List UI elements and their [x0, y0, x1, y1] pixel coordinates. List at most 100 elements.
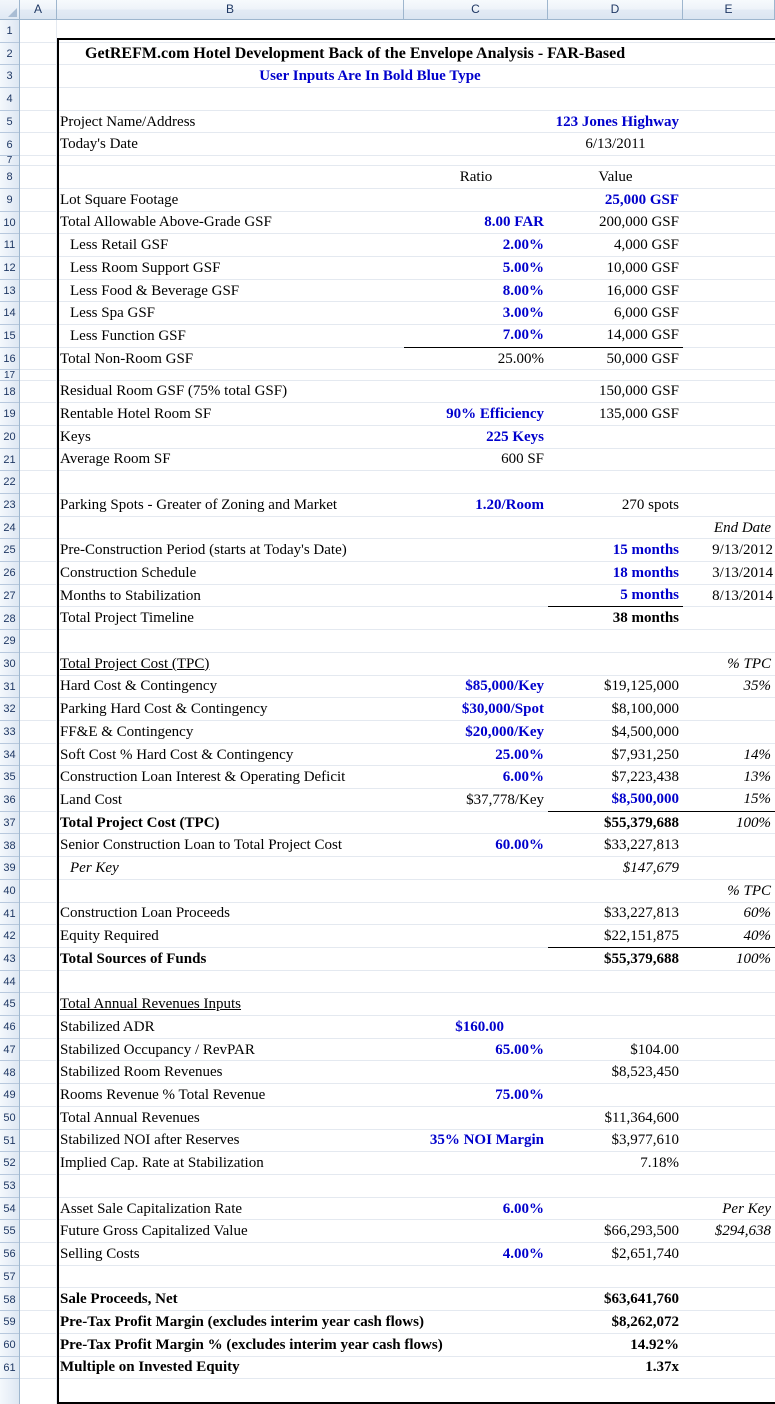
row-header-13[interactable]: 13 [0, 279, 19, 303]
row-pct-41[interactable]: 60% [683, 903, 775, 926]
row-pct-40[interactable]: % TPC [683, 880, 775, 903]
row-header-54[interactable]: 54 [0, 1197, 19, 1221]
row-ratio-23[interactable]: 1.20/Room [404, 494, 548, 517]
row-label-30[interactable]: Total Project Cost (TPC) [57, 653, 404, 676]
row-value-33[interactable]: $4,500,000 [548, 721, 683, 744]
row-header-36[interactable]: 36 [0, 789, 19, 812]
row-label-54[interactable]: Asset Sale Capitalization Rate [57, 1198, 404, 1221]
row-label-20[interactable]: Keys [57, 426, 404, 449]
row-header-61[interactable]: 61 [0, 1356, 19, 1380]
row-header-29[interactable]: 29 [0, 630, 19, 653]
row-header-20[interactable]: 20 [0, 425, 19, 449]
row-header-60[interactable]: 60 [0, 1333, 19, 1357]
row-value-61[interactable]: 1.37x [548, 1357, 683, 1380]
row-header-50[interactable]: 50 [0, 1106, 19, 1130]
row-ratio-11[interactable]: 2.00% [404, 234, 548, 257]
row-value-58[interactable]: $63,641,760 [548, 1289, 683, 1312]
row-header-11[interactable]: 11 [0, 234, 19, 257]
row-ratio-56[interactable]: 4.00% [404, 1243, 548, 1266]
row-value-43[interactable]: $55,379,688 [548, 948, 683, 971]
row-label-26[interactable]: Construction Schedule [57, 562, 404, 585]
row-label-33[interactable]: FF&E & Contingency [57, 721, 404, 744]
row-ratio-19[interactable]: 90% Efficiency [404, 403, 548, 426]
row-label-10[interactable]: Total Allowable Above-Grade GSF [57, 212, 404, 235]
row-header-43[interactable]: 43 [0, 948, 19, 971]
row-ratio-32[interactable]: $30,000/Spot [404, 698, 548, 721]
row-header-33[interactable]: 33 [0, 721, 19, 744]
row-pct-36[interactable]: 15% [683, 789, 775, 812]
row-header-9[interactable]: 9 [0, 188, 19, 212]
row-label-41[interactable]: Construction Loan Proceeds [57, 903, 404, 926]
row-header-12[interactable]: 12 [0, 257, 19, 280]
row-ratio-15[interactable]: 7.00% [404, 325, 548, 348]
row-label-25[interactable]: Pre-Construction Period (starts at Today… [57, 539, 404, 562]
row-header-30[interactable]: 30 [0, 652, 19, 676]
column-header-e[interactable]: E [683, 0, 775, 19]
row-label-19[interactable]: Rentable Hotel Room SF [57, 403, 404, 426]
row-value-41[interactable]: $33,227,813 [548, 903, 683, 926]
row-label-60[interactable]: Pre-Tax Profit Margin % (excludes interi… [57, 1334, 484, 1357]
row-header-47[interactable]: 47 [0, 1038, 19, 1062]
row-label-21[interactable]: Average Room SF [57, 449, 404, 472]
row-header-16[interactable]: 16 [0, 347, 19, 371]
row-label-48[interactable]: Stabilized Room Revenues [57, 1062, 404, 1085]
column-header-b[interactable]: B [57, 0, 404, 19]
row-value-14[interactable]: 6,000 GSF [548, 302, 683, 325]
row-header-7[interactable]: 7 [0, 156, 19, 167]
row-label-58[interactable]: Sale Proceeds, Net [57, 1289, 404, 1312]
row-pct-54[interactable]: Per Key [683, 1198, 775, 1221]
row-value-34[interactable]: $7,931,250 [548, 744, 683, 767]
row-header-23[interactable]: 23 [0, 494, 19, 517]
row-value-36[interactable]: $8,500,000 [548, 789, 683, 812]
row-label-14[interactable]: Less Spa GSF [57, 302, 404, 325]
row-pct-37[interactable]: 100% [683, 812, 775, 835]
row-label-36[interactable]: Land Cost [57, 789, 404, 812]
row-value-38[interactable]: $33,227,813 [548, 835, 683, 858]
row-label-52[interactable]: Implied Cap. Rate at Stabilization [57, 1152, 404, 1175]
row-ratio-54[interactable]: 6.00% [404, 1198, 548, 1221]
row-label-16[interactable]: Total Non-Room GSF [57, 348, 404, 371]
row-ratio-16[interactable]: 25.00% [404, 348, 548, 371]
row-label-51[interactable]: Stabilized NOI after Reserves [57, 1130, 404, 1153]
row-header-2[interactable]: 2 [0, 42, 19, 66]
row-ratio-35[interactable]: 6.00% [404, 766, 548, 789]
row-header-34[interactable]: 34 [0, 743, 19, 767]
row-value-35[interactable]: $7,223,438 [548, 766, 683, 789]
row-header-32[interactable]: 32 [0, 698, 19, 721]
row-label-6[interactable]: Today's Date [57, 134, 404, 157]
row-pct-35[interactable]: 13% [683, 766, 775, 789]
row-value-12[interactable]: 10,000 GSF [548, 257, 683, 280]
row-ratio-36[interactable]: $37,778/Key [404, 789, 548, 812]
row-header-4[interactable]: 4 [0, 88, 19, 111]
row-value-55[interactable]: $66,293,500 [548, 1220, 683, 1243]
row-value-60[interactable]: 14.92% [548, 1334, 683, 1357]
row-header-56[interactable]: 56 [0, 1243, 19, 1266]
row-header-52[interactable]: 52 [0, 1152, 19, 1175]
row-header-37[interactable]: 37 [0, 811, 19, 835]
row-header-57[interactable]: 57 [0, 1265, 19, 1289]
row-label-47[interactable]: Stabilized Occupancy / RevPAR [57, 1039, 404, 1062]
row-header-28[interactable]: 28 [0, 607, 19, 631]
row-value-11[interactable]: 4,000 GSF [548, 234, 683, 257]
row-header-22[interactable]: 22 [0, 471, 19, 494]
row-header-3[interactable]: 3 [0, 65, 19, 89]
row-value-51[interactable]: $3,977,610 [548, 1130, 683, 1153]
row-value-39[interactable]: $147,679 [548, 857, 683, 880]
row-label-50[interactable]: Total Annual Revenues [57, 1107, 404, 1130]
row-header-39[interactable]: 39 [0, 857, 19, 880]
row-value-6[interactable]: 6/13/2011 [548, 134, 683, 157]
row-header-14[interactable]: 14 [0, 302, 19, 326]
row-label-42[interactable]: Equity Required [57, 925, 404, 948]
row-label-28[interactable]: Total Project Timeline [57, 608, 404, 631]
row-header-48[interactable]: 48 [0, 1061, 19, 1085]
row-label-45[interactable]: Total Annual Revenues Inputs [57, 993, 404, 1016]
row-ratio-13[interactable]: 8.00% [404, 280, 548, 303]
row-value-19[interactable]: 135,000 GSF [548, 403, 683, 426]
row-header-10[interactable]: 10 [0, 211, 19, 235]
select-all-corner[interactable] [0, 0, 20, 19]
row-header-46[interactable]: 46 [0, 1016, 19, 1039]
row-header-31[interactable]: 31 [0, 675, 19, 699]
row-label-5[interactable]: Project Name/Address [57, 111, 404, 134]
row-label-35[interactable]: Construction Loan Interest & Operating D… [57, 766, 404, 789]
row-label-9[interactable]: Lot Square Footage [57, 189, 404, 212]
